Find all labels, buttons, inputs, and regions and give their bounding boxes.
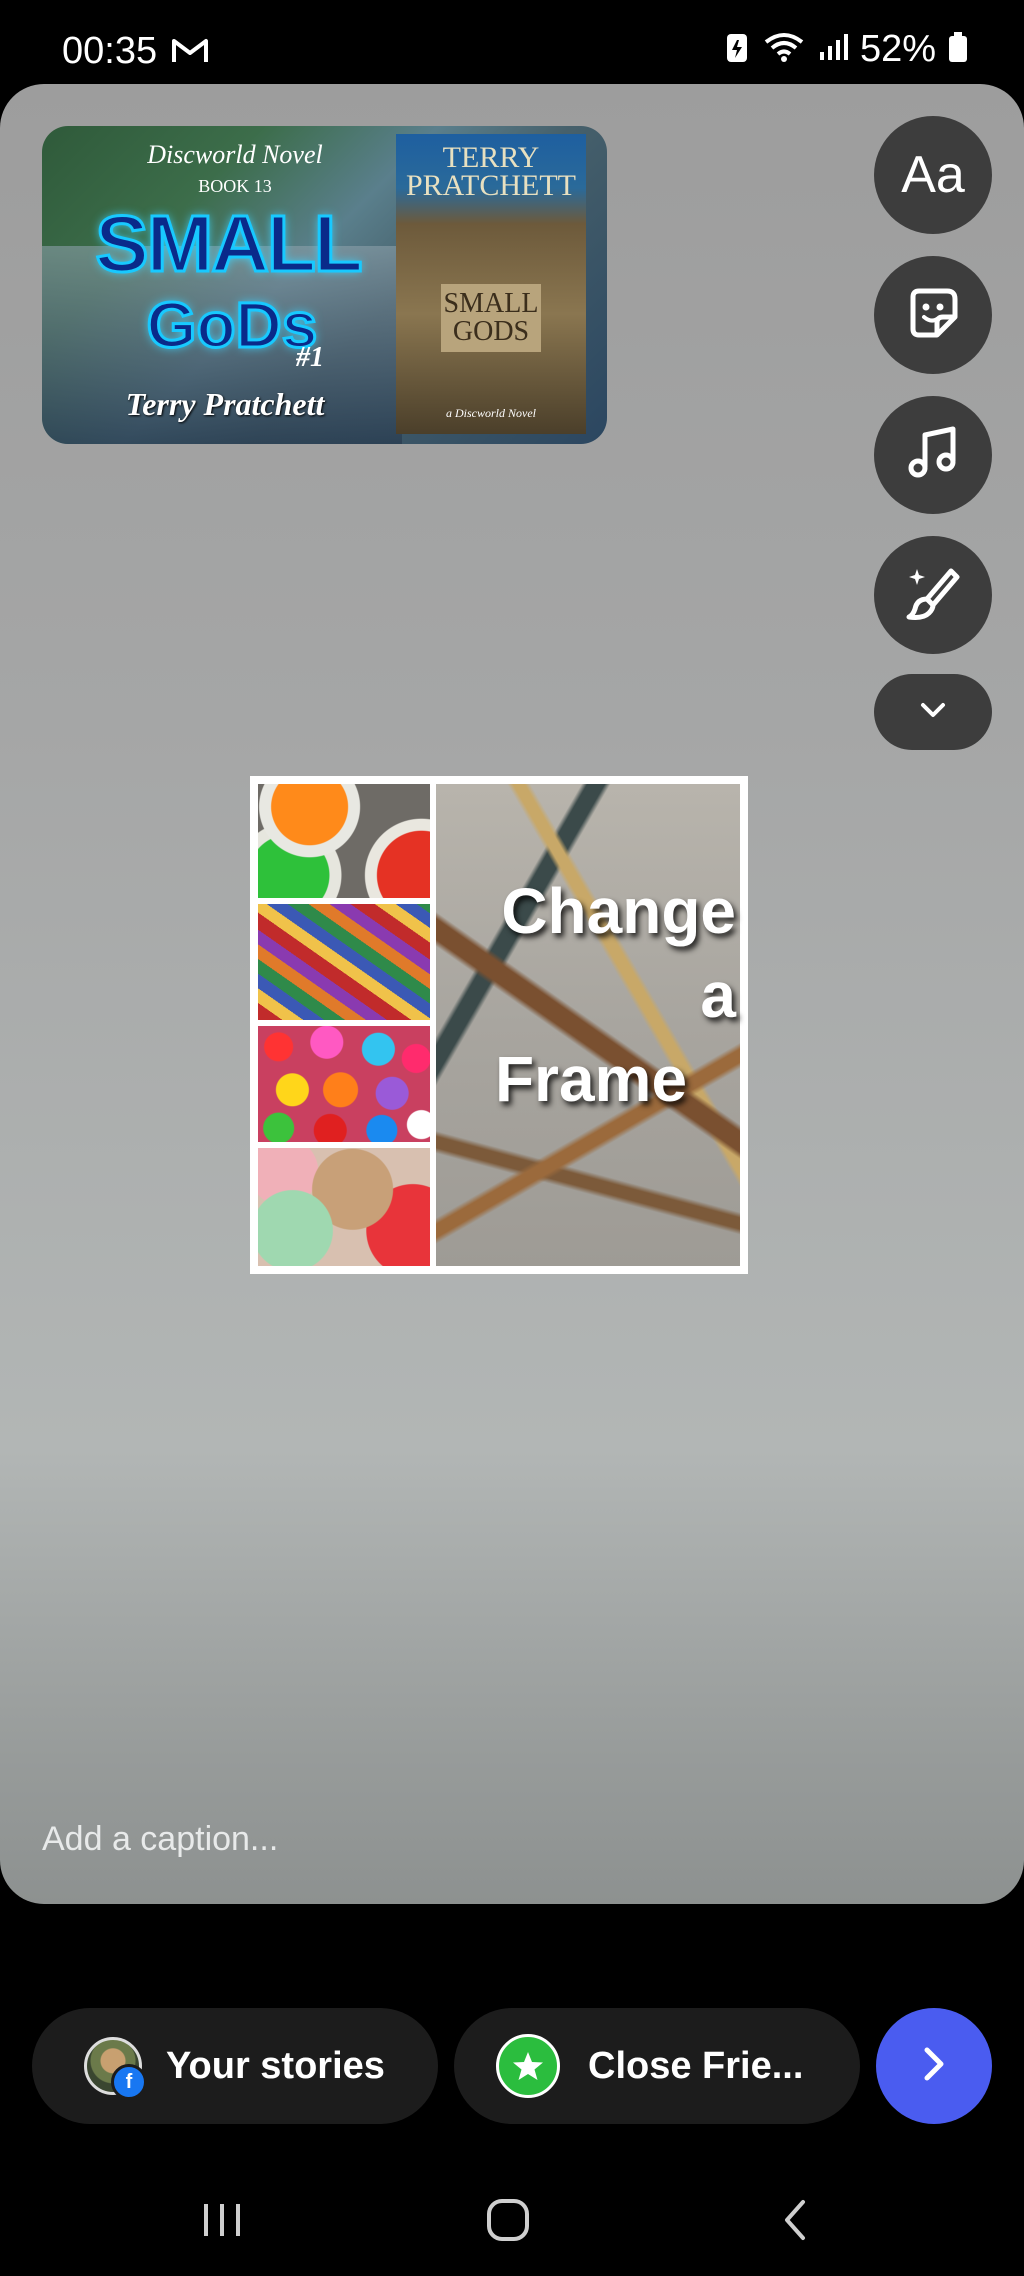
wifi-icon [762,30,806,69]
status-right: 52% [724,28,968,71]
back-button[interactable] [756,2190,836,2254]
cover-author: TERRY PRATCHETT [405,141,576,202]
cover-title: SMALL GODS [441,284,541,352]
chevron-right-icon [919,2044,949,2089]
fabric-scraps-image [258,904,430,1020]
paint-pots-image [258,784,430,898]
book-number: BOOK 13 [198,176,272,196]
story-canvas[interactable]: Discworld Novel BOOK 13 SMALL GoDs #1 Te… [0,84,1024,1904]
sticker-icon [903,283,963,348]
status-bar: 00:35 52% [0,0,1024,84]
sticker-tool-button[interactable] [874,256,992,374]
text-tool-button[interactable]: Aa [874,116,992,234]
magic-brush-icon [903,563,963,628]
collage-line3: Frame [494,1043,688,1115]
close-friends-button[interactable]: Close Frie... [454,2008,860,2124]
close-friends-star-icon [496,2034,560,2098]
home-icon [485,2197,531,2248]
avatar: f [84,2037,147,2100]
text-tool-label: Aa [901,146,965,204]
pompoms-image [258,1026,430,1142]
gmail-icon [172,38,208,69]
book-banner-sticker[interactable]: Discworld Novel BOOK 13 SMALL GoDs #1 Te… [42,126,607,444]
back-icon [781,2198,811,2247]
your-stories-button[interactable]: f Your stories [32,2008,438,2124]
book-number-tag: #1 [296,342,324,373]
battery-icon [948,30,968,69]
close-friends-label: Close Frie... [588,2044,804,2087]
music-note-icon [903,423,963,488]
recents-icon [200,2200,244,2245]
collage-line1: Change [501,875,736,947]
book-author: Terry Pratchett [125,386,325,422]
book-series: Discworld Novel [147,140,323,169]
caption-input[interactable]: Add a caption... [42,1820,278,1859]
facebook-icon: f [111,2064,147,2100]
change-a-frame-collage[interactable]: Change a Frame [250,776,748,1274]
home-button[interactable] [468,2190,548,2254]
your-stories-label: Your stories [166,2044,385,2087]
recents-button[interactable] [182,2190,262,2254]
send-button[interactable] [876,2008,992,2124]
more-tools-button[interactable] [874,674,992,750]
yarn-balls-image [258,1148,430,1266]
music-tool-button[interactable] [874,396,992,514]
cover-subtitle: a Discworld Novel [446,406,536,420]
effects-tool-button[interactable] [874,536,992,654]
battery-percent: 52% [859,28,936,70]
status-time: 00:35 [62,30,158,72]
collage-headline: Change a Frame [436,784,740,1266]
chevron-down-icon [918,700,948,725]
collage-line2: a [700,959,736,1031]
book-cover-image: TERRY PRATCHETT SMALL GODS a Discworld N… [396,134,586,434]
signal-icon [818,32,848,67]
book-title-line1: SMALL [94,198,365,290]
system-navigation-bar [0,2170,1024,2276]
battery-saver-icon [724,30,750,69]
